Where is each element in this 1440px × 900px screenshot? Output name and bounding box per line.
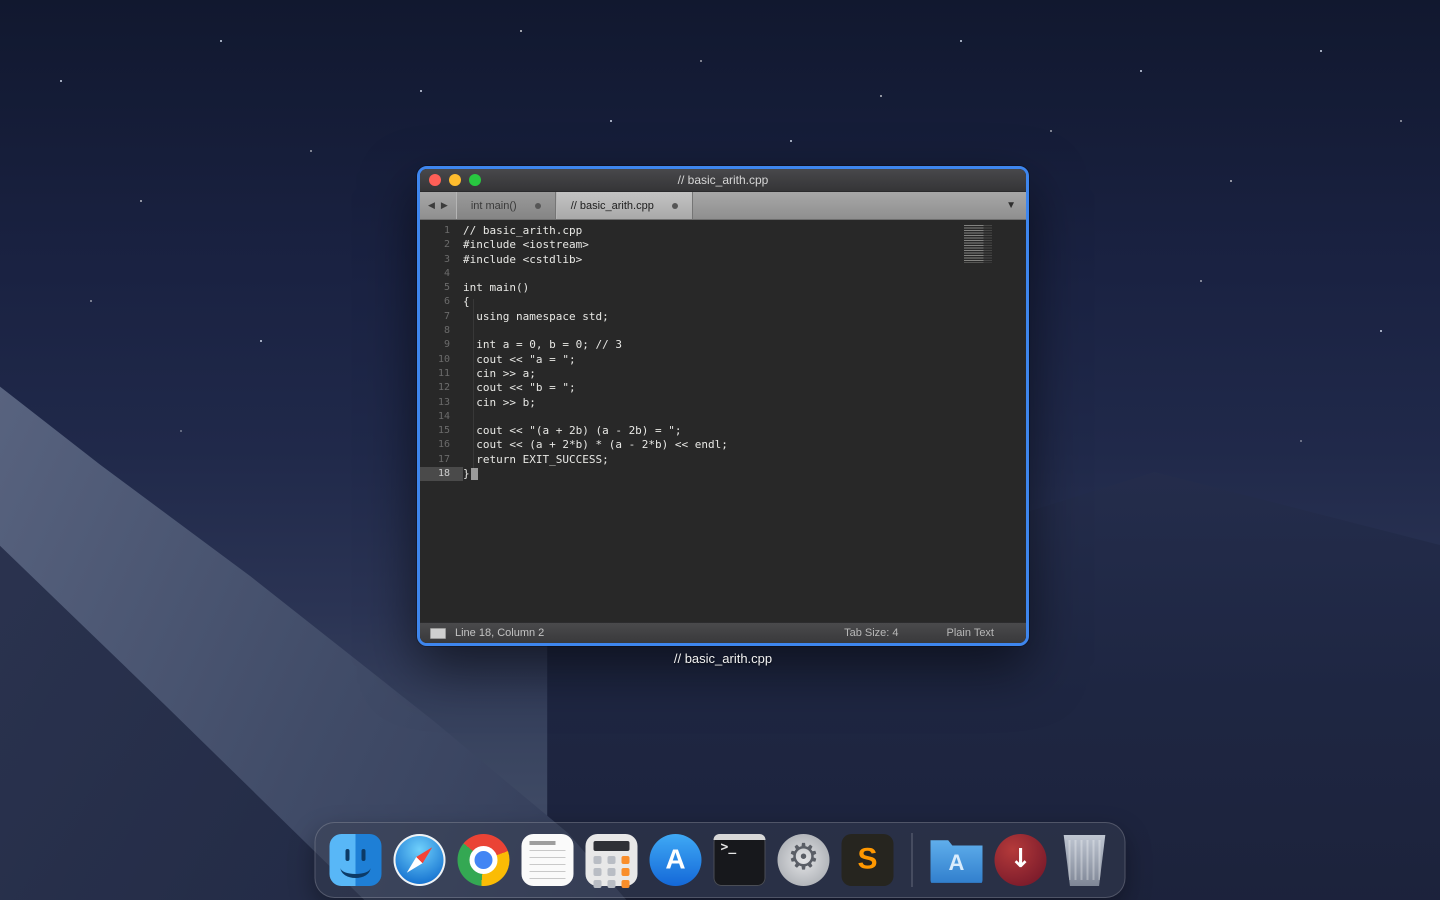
traffic-lights xyxy=(429,174,481,186)
code-view: 1// basic_arith.cpp2#include <iostream>3… xyxy=(420,224,1026,481)
code-text: // basic_arith.cpp xyxy=(463,224,582,238)
back-icon[interactable]: ◀ xyxy=(428,200,435,211)
code-line-1[interactable]: 1// basic_arith.cpp xyxy=(420,224,1026,238)
tab-modified-dot-icon[interactable] xyxy=(672,203,678,209)
code-line-4[interactable]: 4 xyxy=(420,267,1026,281)
line-number: 18 xyxy=(420,467,463,481)
tab-bar: ◀ ▶ int main() // basic_arith.cpp ▼ xyxy=(420,192,1026,220)
line-number: 17 xyxy=(420,453,463,467)
sublime-text-window: // basic_arith.cpp ◀ ▶ int main() // basi… xyxy=(417,166,1029,646)
line-number: 12 xyxy=(420,381,463,395)
code-line-16[interactable]: 16 cout << (a + 2*b) * (a - 2*b) << endl… xyxy=(420,438,1026,452)
line-number: 2 xyxy=(420,238,463,252)
syntax-selector[interactable]: Plain Text xyxy=(947,627,995,639)
line-number: 8 xyxy=(420,324,463,338)
finder-icon[interactable] xyxy=(330,834,382,886)
code-text: { xyxy=(463,295,470,309)
code-text: #include <iostream> xyxy=(463,238,589,252)
status-bar: Line 18, Column 2 Tab Size: 4 Plain Text xyxy=(420,622,1026,643)
safari-icon[interactable] xyxy=(394,834,446,886)
tab-label: // basic_arith.cpp xyxy=(571,200,654,212)
desktop: // basic_arith.cpp ◀ ▶ int main() // basi… xyxy=(0,0,1440,900)
code-line-6[interactable]: 6{ xyxy=(420,295,1026,309)
line-number: 13 xyxy=(420,396,463,410)
minimize-button[interactable] xyxy=(449,174,461,186)
window-title: // basic_arith.cpp xyxy=(420,173,1026,187)
code-text: cout << "(a + 2b) (a - 2b) = "; xyxy=(463,424,682,438)
code-line-18[interactable]: 18} xyxy=(420,467,1026,481)
line-number: 10 xyxy=(420,353,463,367)
systempreferences-icon[interactable] xyxy=(778,834,830,886)
vintage-mode-icon[interactable] xyxy=(430,628,446,639)
code-text: } xyxy=(463,467,470,481)
tab-modified-dot-icon[interactable] xyxy=(535,203,541,209)
forward-icon[interactable]: ▶ xyxy=(441,200,448,211)
code-line-3[interactable]: 3#include <cstdlib> xyxy=(420,253,1026,267)
code-text: cout << (a + 2*b) * (a - 2*b) << endl; xyxy=(463,438,728,452)
window-body: // basic_arith.cpp ◀ ▶ int main() // basi… xyxy=(420,169,1026,643)
dock-separator xyxy=(912,833,913,887)
code-text: int main() xyxy=(463,281,529,295)
line-number: 3 xyxy=(420,253,463,267)
dock-tray xyxy=(315,822,1126,898)
chrome-icon[interactable] xyxy=(458,834,510,886)
applicationsfolder-icon[interactable] xyxy=(931,834,983,886)
tab-2[interactable]: // basic_arith.cpp xyxy=(556,192,693,219)
line-number: 5 xyxy=(420,281,463,295)
minimap[interactable] xyxy=(964,225,992,263)
tabs-container: int main() // basic_arith.cpp xyxy=(456,192,693,219)
code-text: cout << "b = "; xyxy=(463,381,576,395)
code-line-10[interactable]: 10 cout << "a = "; xyxy=(420,353,1026,367)
tab-overflow-icon[interactable]: ▼ xyxy=(996,200,1026,211)
code-line-11[interactable]: 11 cin >> a; xyxy=(420,367,1026,381)
line-number: 9 xyxy=(420,338,463,352)
sublimetext-icon[interactable] xyxy=(842,834,894,886)
text-cursor xyxy=(471,468,478,480)
terminal-icon[interactable] xyxy=(714,834,766,886)
title-bar[interactable]: // basic_arith.cpp xyxy=(420,169,1026,192)
redapp-icon[interactable] xyxy=(995,834,1047,886)
code-line-12[interactable]: 12 cout << "b = "; xyxy=(420,381,1026,395)
textedit-icon[interactable] xyxy=(522,834,574,886)
code-line-9[interactable]: 9 int a = 0, b = 0; // 3 xyxy=(420,338,1026,352)
code-line-8[interactable]: 8 xyxy=(420,324,1026,338)
line-number: 11 xyxy=(420,367,463,381)
tab-label: int main() xyxy=(471,200,517,212)
screenshot-caption: // basic_arith.cpp xyxy=(417,651,1029,666)
code-text: #include <cstdlib> xyxy=(463,253,582,267)
code-text: return EXIT_SUCCESS; xyxy=(463,453,609,467)
dock xyxy=(315,822,1126,898)
line-number: 14 xyxy=(420,410,463,424)
indent-guide xyxy=(473,299,474,469)
code-text: int a = 0, b = 0; // 3 xyxy=(463,338,622,352)
code-line-7[interactable]: 7 using namespace std; xyxy=(420,310,1026,324)
code-line-2[interactable]: 2#include <iostream> xyxy=(420,238,1026,252)
close-button[interactable] xyxy=(429,174,441,186)
stars xyxy=(0,0,2,2)
line-number: 1 xyxy=(420,224,463,238)
code-text: using namespace std; xyxy=(463,310,609,324)
code-line-17[interactable]: 17 return EXIT_SUCCESS; xyxy=(420,453,1026,467)
calculator-icon[interactable] xyxy=(586,834,638,886)
line-number: 16 xyxy=(420,438,463,452)
tab-1[interactable]: int main() xyxy=(456,192,556,219)
code-line-13[interactable]: 13 cin >> b; xyxy=(420,396,1026,410)
line-number: 15 xyxy=(420,424,463,438)
appstore-icon[interactable] xyxy=(650,834,702,886)
code-line-15[interactable]: 15 cout << "(a + 2b) (a - 2b) = "; xyxy=(420,424,1026,438)
history-nav: ◀ ▶ xyxy=(420,192,456,219)
cursor-position-label: Line 18, Column 2 xyxy=(455,627,544,639)
editor-area[interactable]: 1// basic_arith.cpp2#include <iostream>3… xyxy=(420,220,1026,622)
tab-size-control[interactable]: Tab Size: 4 xyxy=(844,627,898,639)
code-line-5[interactable]: 5int main() xyxy=(420,281,1026,295)
trash-icon[interactable] xyxy=(1059,834,1111,886)
line-number: 6 xyxy=(420,295,463,309)
zoom-button[interactable] xyxy=(469,174,481,186)
code-text: cout << "a = "; xyxy=(463,353,576,367)
code-line-14[interactable]: 14 xyxy=(420,410,1026,424)
line-number: 4 xyxy=(420,267,463,281)
line-number: 7 xyxy=(420,310,463,324)
